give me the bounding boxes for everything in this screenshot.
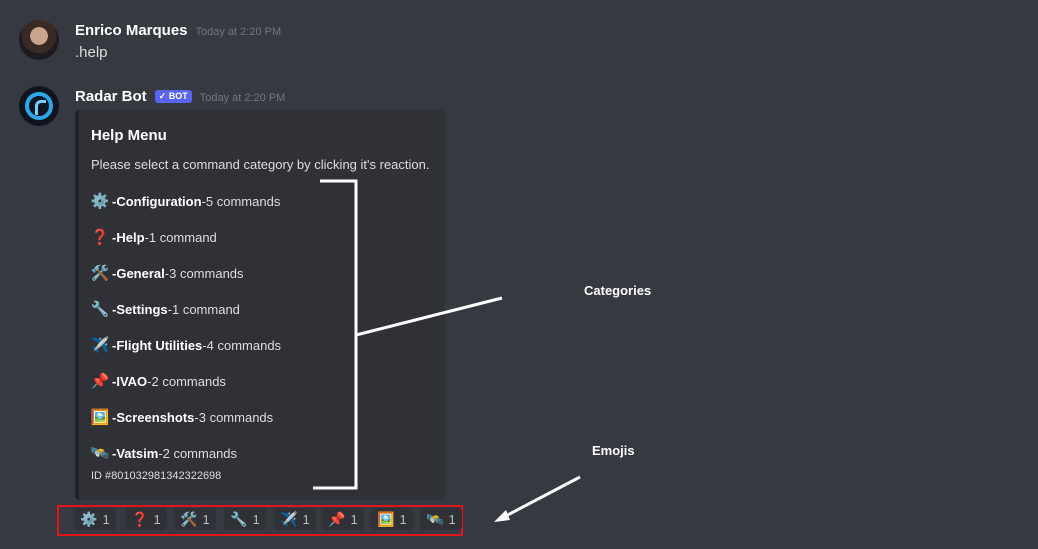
category-count: 2 commands (151, 373, 226, 389)
wrench-icon: 🔧 (90, 301, 110, 318)
category-count: 1 command (171, 301, 240, 317)
tools-icon: 🛠️ (90, 265, 110, 282)
reaction-count: 1 (302, 511, 310, 527)
category-row: ❓ - Help - 1 command (91, 228, 217, 246)
category-name: Configuration (116, 193, 202, 209)
question-icon: ❓ (90, 229, 110, 246)
reaction-button[interactable]: 🛰️ 1 (420, 508, 462, 530)
emojis-arrow-line (499, 475, 581, 521)
category-name: General (116, 265, 165, 281)
category-count: 1 command (148, 229, 217, 245)
reaction-count: 1 (448, 511, 456, 527)
gear-icon: ⚙️ (80, 510, 98, 527)
reaction-button[interactable]: 🛠️ 1 (174, 508, 216, 530)
help-embed: Help Menu Please select a command catego… (75, 110, 445, 500)
reaction-button[interactable]: 📌 1 (322, 508, 364, 530)
pushpin-icon: 📌 (90, 373, 110, 390)
satellite-icon: 🛰️ (426, 510, 444, 527)
picture-icon: 🖼️ (90, 409, 110, 426)
embed-description: Please select a command category by clic… (91, 157, 430, 172)
category-count: 3 commands (169, 265, 244, 281)
reaction-count: 1 (399, 511, 407, 527)
category-name: Settings (116, 301, 168, 317)
satellite-icon: 🛰️ (90, 445, 110, 462)
bot-badge: ✓ BOT (154, 90, 192, 103)
category-count: 3 commands (198, 409, 274, 425)
embed-title: Help Menu (91, 127, 167, 144)
bot-message-header: Radar Bot ✓ BOT Today at 2:20 PM (75, 88, 285, 105)
reaction-count: 1 (252, 511, 260, 527)
category-count: 5 commands (205, 193, 281, 209)
message-header: Enrico Marques Today at 2:20 PM (75, 22, 281, 39)
category-row: 🛠️ - General - 3 commands (91, 264, 244, 282)
user-avatar[interactable] (19, 20, 59, 60)
reaction-count: 1 (153, 511, 161, 527)
gear-icon: ⚙️ (90, 193, 110, 210)
pushpin-icon: 📌 (328, 510, 346, 527)
bot-avatar[interactable] (19, 86, 59, 126)
category-row: ⚙️ - Configuration - 5 commands (90, 192, 281, 210)
picture-icon: 🖼️ (377, 510, 395, 527)
reaction-count: 1 (350, 511, 358, 527)
categories-label: Categories (584, 283, 652, 298)
airplane-icon: ✈️ (280, 510, 298, 527)
category-name: Flight Utilities (116, 337, 203, 353)
message-content: .help (75, 44, 108, 61)
reaction-button[interactable]: 🔧 1 (224, 508, 266, 530)
bot-username[interactable]: Radar Bot (75, 88, 147, 105)
emojis-label: Emojis (592, 443, 635, 458)
category-count: 2 commands (162, 445, 238, 461)
category-name: Help (116, 229, 145, 245)
category-name: IVAO (116, 373, 148, 389)
question-icon: ❓ (131, 510, 149, 527)
category-name: Screenshots (116, 409, 195, 425)
reaction-count: 1 (102, 511, 110, 527)
embed-footer: ID #801032981342322698 (91, 470, 222, 482)
reaction-button[interactable]: 🖼️ 1 (371, 508, 413, 530)
category-name: Vatsim (116, 445, 159, 461)
radar-logo-icon (25, 92, 53, 120)
reaction-button[interactable]: ⚙️ 1 (74, 508, 116, 530)
username[interactable]: Enrico Marques (75, 22, 188, 39)
reaction-button[interactable]: ✈️ 1 (274, 508, 316, 530)
timestamp: Today at 2:20 PM (195, 26, 282, 38)
category-row: 🛰️ - Vatsim - 2 commands (91, 444, 237, 462)
reaction-count: 1 (202, 511, 210, 527)
bot-timestamp: Today at 2:20 PM (199, 92, 286, 104)
emojis-arrow-head (494, 510, 510, 522)
category-row: 🔧 - Settings - 1 command (91, 300, 240, 318)
tools-icon: 🛠️ (180, 510, 198, 527)
category-row: ✈️ - Flight Utilities - 4 commands (91, 336, 281, 354)
reaction-button[interactable]: ❓ 1 (125, 508, 167, 530)
category-row: 🖼️ - Screenshots - 3 commands (90, 408, 274, 426)
category-row: 📌 - IVAO - 2 commands (91, 372, 226, 390)
wrench-icon: 🔧 (230, 510, 248, 527)
airplane-icon: ✈️ (90, 337, 110, 354)
category-count: 4 commands (206, 337, 282, 353)
